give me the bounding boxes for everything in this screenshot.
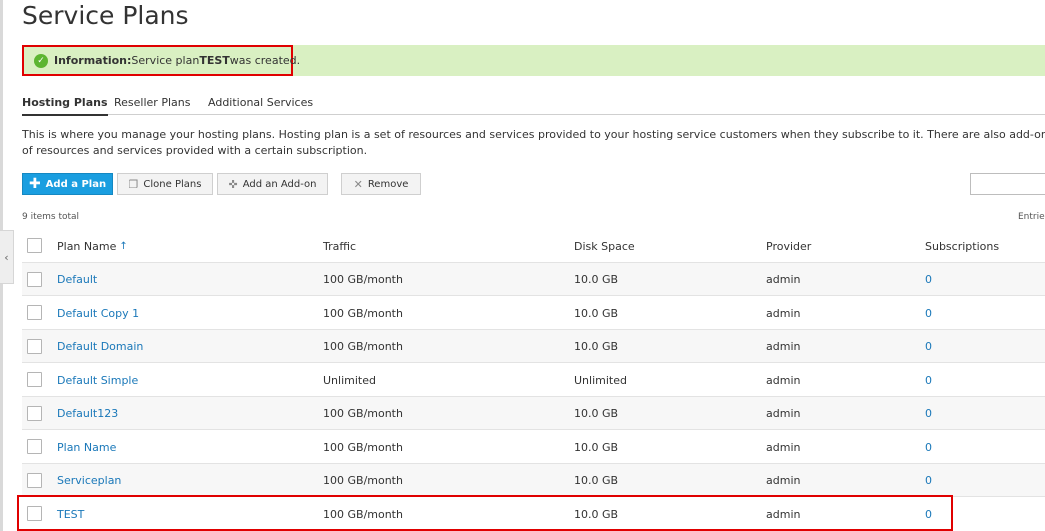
- disk-space-value: 10.0 GB: [574, 273, 619, 286]
- clone-plans-label: Clone Plans: [143, 178, 202, 190]
- traffic-value: 100 GB/month: [323, 440, 403, 454]
- subscriptions-link[interactable]: 0: [925, 363, 932, 397]
- disk-space-value: 10.0 GB: [574, 440, 619, 454]
- column-plan-name[interactable]: Plan Name ↑: [57, 230, 128, 263]
- subscriptions-link[interactable]: 0: [925, 397, 932, 430]
- plan-name-link[interactable]: TEST: [57, 497, 84, 531]
- description-line-2: of resources and services provided with …: [22, 144, 368, 157]
- column-plan-name-label: Plan Name: [57, 240, 117, 253]
- row-checkbox[interactable]: [27, 339, 42, 354]
- table-row: Plan Name 100 GB/month 10.0 GB admin 0: [22, 430, 1045, 464]
- row-checkbox[interactable]: [27, 305, 42, 320]
- subscriptions-link[interactable]: 0: [925, 263, 932, 296]
- column-traffic[interactable]: Traffic: [323, 230, 356, 263]
- disk-space-value: 10.0 GB: [574, 306, 619, 320]
- disk-space-value: Unlimited: [574, 373, 627, 387]
- plan-name-link[interactable]: Default123: [57, 397, 118, 430]
- subscriptions-link[interactable]: 0: [925, 330, 932, 363]
- provider-value: admin: [766, 440, 801, 454]
- remove-x-icon: ✕: [353, 177, 363, 191]
- table-row: Default123 100 GB/month 10.0 GB admin 0: [22, 397, 1045, 430]
- select-all-checkbox[interactable]: [27, 238, 42, 253]
- remove-button[interactable]: ✕ Remove: [341, 173, 421, 195]
- add-plan-label: Add a Plan: [45, 178, 107, 190]
- provider-value: admin: [766, 306, 801, 320]
- page-title: Service Plans: [22, 1, 189, 30]
- info-plan-name: TEST: [199, 54, 230, 67]
- provider-value: admin: [766, 407, 801, 420]
- description-line-1: This is where you manage your hosting pl…: [22, 128, 1045, 141]
- clone-icon: ❐: [128, 177, 139, 191]
- traffic-value: 100 GB/month: [323, 273, 403, 286]
- traffic-value: 100 GB/month: [323, 474, 403, 487]
- disk-space-value: 10.0 GB: [574, 340, 619, 353]
- plan-name-link[interactable]: Default: [57, 263, 97, 296]
- service-plans-page: ‹ Service Plans ✓ Information: Service p…: [0, 0, 1045, 531]
- subscriptions-link[interactable]: 0: [925, 464, 932, 497]
- info-text-before: Service plan: [131, 54, 200, 67]
- info-text-after: was created.: [229, 54, 301, 67]
- info-banner: ✓ Information: Service plan TEST was cre…: [22, 45, 1045, 76]
- subscriptions-link[interactable]: 0: [925, 430, 932, 464]
- plan-name-link[interactable]: Plan Name: [57, 430, 116, 464]
- traffic-value: Unlimited: [323, 373, 376, 387]
- table-row: Default Simple Unlimited Unlimited admin…: [22, 363, 1045, 397]
- table-row: Default 100 GB/month 10.0 GB admin 0: [22, 263, 1045, 296]
- table-row: Default Copy 1 100 GB/month 10.0 GB admi…: [22, 296, 1045, 330]
- plan-name-link[interactable]: Serviceplan: [57, 464, 121, 497]
- info-message: ✓ Information: Service plan TEST was cre…: [22, 45, 300, 76]
- success-check-icon: ✓: [34, 53, 48, 68]
- info-prefix: Information:: [54, 54, 132, 67]
- clone-plans-button[interactable]: ❐ Clone Plans: [117, 173, 213, 195]
- column-provider[interactable]: Provider: [766, 230, 811, 263]
- table-header: Plan Name ↑ Traffic Disk Space Provider …: [22, 230, 1045, 263]
- plus-outline-icon: ✜: [228, 177, 238, 191]
- traffic-value: 100 GB/month: [323, 306, 403, 320]
- entries-per-page-label: Entrie: [1018, 212, 1045, 222]
- traffic-value: 100 GB/month: [323, 340, 403, 353]
- add-plan-button[interactable]: ✚ Add a Plan: [22, 173, 113, 195]
- provider-value: admin: [766, 507, 801, 521]
- page-description: This is where you manage your hosting pl…: [22, 127, 1045, 159]
- row-checkbox[interactable]: [27, 473, 42, 488]
- search-input[interactable]: [970, 173, 1045, 195]
- chevron-left-icon: ‹: [4, 250, 9, 264]
- tab-additional-services[interactable]: Additional Services: [208, 96, 313, 109]
- plan-name-link[interactable]: Default Simple: [57, 363, 138, 397]
- row-checkbox[interactable]: [27, 272, 42, 287]
- sidebar-collapse-handle[interactable]: ‹: [0, 230, 14, 284]
- row-checkbox[interactable]: [27, 406, 42, 421]
- plan-name-link[interactable]: Default Copy 1: [57, 296, 139, 330]
- add-addon-button[interactable]: ✜ Add an Add-on: [217, 173, 328, 195]
- provider-value: admin: [766, 474, 801, 487]
- sort-ascending-icon: ↑: [119, 241, 128, 252]
- plan-tabs: Hosting Plans Reseller Plans Additional …: [22, 90, 1045, 116]
- items-total: 9 items total: [22, 212, 80, 222]
- traffic-value: 100 GB/month: [323, 507, 403, 521]
- provider-value: admin: [766, 273, 801, 286]
- disk-space-value: 10.0 GB: [574, 474, 619, 487]
- table-row: Serviceplan 100 GB/month 10.0 GB admin 0: [22, 464, 1045, 497]
- row-checkbox[interactable]: [27, 372, 42, 387]
- remove-label: Remove: [367, 178, 409, 190]
- plan-name-link[interactable]: Default Domain: [57, 330, 143, 363]
- add-addon-label: Add an Add-on: [242, 178, 317, 190]
- subscriptions-link[interactable]: 0: [925, 296, 932, 330]
- table-row: TEST 100 GB/month 10.0 GB admin 0: [22, 497, 1045, 531]
- subscriptions-link[interactable]: 0: [925, 497, 932, 531]
- provider-value: admin: [766, 340, 801, 353]
- provider-value: admin: [766, 373, 801, 387]
- row-checkbox[interactable]: [27, 506, 42, 521]
- column-subscriptions[interactable]: Subscriptions: [925, 230, 999, 263]
- column-disk-space[interactable]: Disk Space: [574, 230, 635, 263]
- table-row: Default Domain 100 GB/month 10.0 GB admi…: [22, 330, 1045, 363]
- tab-reseller-plans[interactable]: Reseller Plans: [114, 96, 190, 109]
- disk-space-value: 10.0 GB: [574, 407, 619, 420]
- row-checkbox[interactable]: [27, 439, 42, 454]
- plus-icon: ✚: [28, 176, 41, 192]
- tab-hosting-plans[interactable]: Hosting Plans: [22, 96, 108, 116]
- traffic-value: 100 GB/month: [323, 407, 403, 420]
- disk-space-value: 10.0 GB: [574, 507, 619, 521]
